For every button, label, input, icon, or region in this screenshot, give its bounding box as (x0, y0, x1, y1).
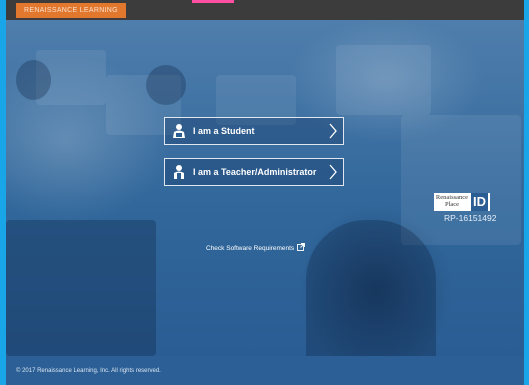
student-login-label: I am a Student (193, 126, 255, 136)
external-link-icon (297, 243, 306, 253)
bg-student (6, 220, 156, 356)
bg-student (306, 220, 436, 356)
top-bar: RENAISSANCE LEARNING (6, 0, 524, 20)
chevron-right-icon (323, 164, 343, 180)
footer: © 2017 Renaissance Learning, Inc. All ri… (6, 356, 524, 385)
check-software-requirements-link[interactable]: Check Software Requirements (206, 243, 306, 253)
teacher-login-button[interactable]: I am a Teacher/Administrator (164, 158, 344, 186)
copyright-text: © 2017 Renaissance Learning, Inc. All ri… (16, 368, 161, 374)
chevron-right-icon (323, 123, 343, 139)
rp-logo-line1: Renaissance (435, 194, 469, 201)
classroom-background (6, 20, 524, 356)
renaissance-place-id-badge: Renaissance Place ID (434, 193, 490, 211)
teacher-icon (165, 159, 193, 185)
bg-student-head (16, 60, 51, 100)
rp-site-id: RP-16151492 (444, 213, 497, 223)
student-icon (165, 118, 193, 144)
software-requirements-label: Check Software Requirements (206, 244, 295, 252)
rp-logo-line2: Place (444, 201, 460, 208)
window-frame-right (524, 0, 529, 385)
rp-id-label: ID (470, 193, 490, 211)
top-accent-mark (192, 0, 234, 3)
bg-student-head (146, 65, 186, 105)
student-login-button[interactable]: I am a Student (164, 117, 344, 145)
bg-monitor (336, 45, 431, 115)
renaissance-place-logo: Renaissance Place (434, 193, 470, 211)
renaissance-logo[interactable]: RENAISSANCE LEARNING (16, 3, 126, 18)
bg-monitor (401, 115, 521, 245)
teacher-login-label: I am a Teacher/Administrator (193, 167, 317, 177)
